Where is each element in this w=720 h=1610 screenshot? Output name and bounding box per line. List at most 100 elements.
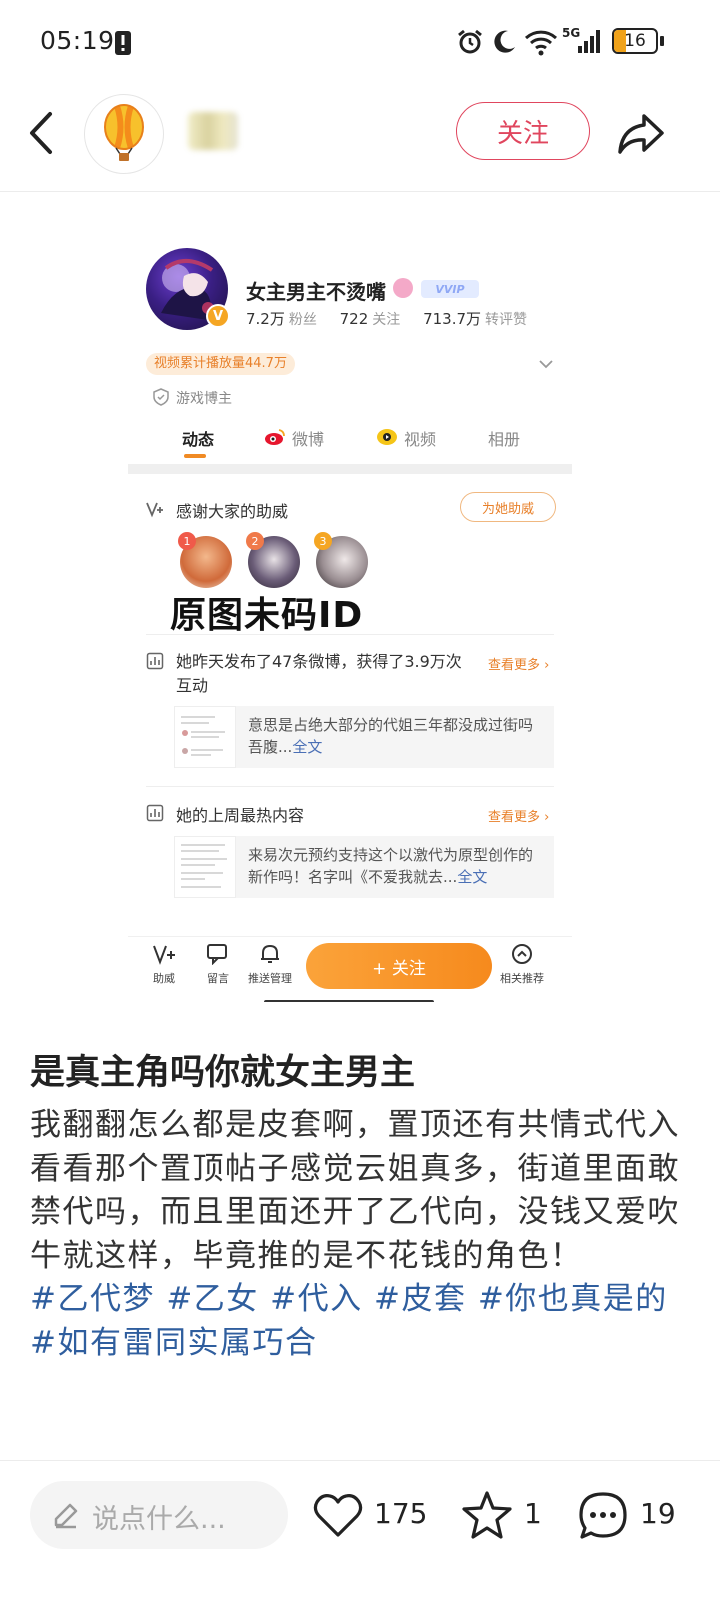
yesterday-card[interactable]: 意思是占绝大部分的代姐三年都没成过街吗 吾腹...全文: [174, 706, 554, 768]
like-button[interactable]: 175: [312, 1489, 427, 1545]
tab-indicator: [184, 454, 206, 458]
nav-push-label: 推送管理: [248, 972, 292, 985]
signal-icon: [578, 30, 600, 53]
fan-rank-3: 3: [314, 532, 332, 550]
battery-icon: 16: [612, 28, 658, 54]
comment-count: 19: [640, 1497, 676, 1530]
yesterday-more-label: 查看更多: [488, 658, 541, 673]
nav-cheer[interactable]: 助威: [152, 943, 176, 986]
thumbnail-image: [181, 716, 225, 756]
nav-cheer-label: 助威: [153, 972, 175, 985]
last-week-excerpt: 来易次元预约支持这个以激代为原型创作的新作吗！名字叫《不爱我就去...全文: [248, 844, 544, 888]
tab-weibo[interactable]: 微博: [292, 426, 324, 450]
nav-message[interactable]: 留言: [206, 943, 230, 986]
cheer-button[interactable]: 为她助威: [460, 492, 556, 522]
post-title: 是真主角吗你就女主男主: [30, 1053, 416, 1093]
battery-tip: [660, 36, 664, 46]
tab-dynamic[interactable]: 动态: [182, 426, 214, 450]
video-icon: [377, 429, 397, 445]
star-icon: [462, 1491, 512, 1539]
last-week-more-label: 查看更多: [488, 810, 541, 825]
username-blurred: [188, 112, 238, 150]
chevron-circle-icon: [512, 944, 532, 964]
vip-badge: VVIP: [421, 280, 479, 298]
thanks-title: 感谢大家的助威: [176, 502, 289, 521]
yesterday-title: 她昨天发布了47条微博，获得了3.9万次互动: [176, 652, 462, 695]
following-label: 关注: [372, 312, 401, 328]
profile-stats: 7.2万 粉丝 722 关注 713.7万 转评赞: [246, 308, 545, 329]
status-bar: 05:19 5G 16: [0, 0, 720, 84]
embedded-bottom-nav: 助威 留言 推送管理 + 关注 相关推荐: [128, 936, 572, 998]
pen-icon: [54, 1503, 78, 1529]
comment-button[interactable]: 19: [576, 1489, 686, 1545]
full-text-link[interactable]: 全文: [457, 868, 487, 886]
yesterday-excerpt: 意思是占绝大部分的代姐三年都没成过街吗 吾腹...全文: [248, 714, 544, 758]
cheer-icon: [153, 945, 175, 965]
favorite-count: 1: [524, 1497, 542, 1530]
tab-album[interactable]: 相册: [488, 426, 520, 450]
home-indicator: [264, 1000, 434, 1002]
sim-alert-icon: [115, 31, 131, 55]
comment-bubble-icon: [579, 1492, 627, 1539]
comment-placeholder: 说点什么...: [92, 1504, 226, 1535]
section-separator: [128, 464, 572, 474]
bell-icon: [261, 944, 279, 963]
nav-push[interactable]: 推送管理: [248, 943, 292, 986]
last-week-card[interactable]: 来易次元预约支持这个以激代为原型创作的新作吗！名字叫《不爱我就去...全文: [174, 836, 554, 898]
last-week-title: 她的上周最热内容: [176, 806, 305, 825]
full-text-link[interactable]: 全文: [292, 738, 322, 756]
divider: [146, 786, 554, 787]
overlay-caption: 原图未码ID: [170, 595, 364, 636]
chevron-down-icon[interactable]: [538, 356, 554, 372]
heart-icon: [313, 1494, 363, 1537]
moon-icon: [494, 30, 515, 53]
profile-name: 女主男主不烫嘴: [246, 280, 386, 304]
stats-icon: [146, 804, 164, 822]
yesterday-excerpt-text: 意思是占绝大部分的代姐三年都没成过街吗 吾腹...: [248, 716, 534, 756]
thumbnail-image: [181, 844, 227, 888]
user-avatar[interactable]: [84, 94, 164, 174]
battery-level: 16: [624, 31, 646, 51]
comment-input[interactable]: 说点什么...: [30, 1481, 288, 1549]
post-body: 我翻翻怎么都是皮套啊，置顶还有共情式代入 看看那个置顶帖子感觉云姐真多，街道里面…: [30, 1104, 686, 1365]
divider: [146, 634, 554, 635]
bottom-action-bar: 说点什么... 175 1 19: [0, 1460, 720, 1610]
message-icon: [207, 944, 227, 966]
back-icon[interactable]: [22, 108, 62, 158]
card-thumbnail: [174, 836, 236, 898]
verified-badge: V: [206, 304, 230, 328]
nav-related[interactable]: 相关推荐: [500, 943, 544, 986]
video-plays-badge: 视频累计播放量44.7万: [146, 353, 295, 375]
share-icon[interactable]: [614, 106, 668, 160]
weibo-icon: [265, 429, 285, 445]
alarm-icon: [458, 29, 482, 54]
shield-icon: [153, 388, 169, 406]
stats-icon: [146, 652, 164, 670]
interactions-value: 713.7万: [423, 310, 482, 328]
tab-video[interactable]: 视频: [404, 426, 436, 450]
following-value: 722: [339, 310, 369, 328]
post-body-line-1: 我翻翻怎么都是皮套啊，置顶还有共情式代入: [30, 1107, 680, 1143]
follow-button[interactable]: 关注: [456, 102, 590, 160]
fan-rank-1: 1: [178, 532, 196, 550]
wifi-icon: [524, 30, 558, 56]
card-thumbnail: [174, 706, 236, 768]
yesterday-more-link[interactable]: 查看更多 ›: [488, 654, 549, 673]
favorite-button[interactable]: 1: [460, 1489, 542, 1545]
like-count: 175: [374, 1497, 428, 1530]
name-badge-icon: [393, 278, 413, 298]
header: 关注: [0, 84, 720, 192]
embedded-follow-button[interactable]: + 关注: [306, 943, 492, 989]
nav-message-label: 留言: [207, 972, 229, 985]
last-week-more-link[interactable]: 查看更多 ›: [488, 806, 549, 825]
last-week-excerpt-text: 来易次元预约支持这个以激代为原型创作的新作吗！名字叫《不爱我就去...: [248, 846, 534, 886]
nav-related-label: 相关推荐: [500, 972, 544, 985]
cheer-v-icon: [146, 502, 163, 518]
category-label: 游戏博主: [176, 391, 232, 407]
post-tags[interactable]: #乙代梦 #乙女 #代入 #皮套 #你也真是的 #如有雷同实属巧合: [30, 1278, 686, 1365]
fan-rank-2: 2: [246, 532, 264, 550]
interactions-label: 转评赞: [485, 312, 528, 328]
embedded-screenshot[interactable]: V 女主男主不烫嘴 VVIP 7.2万 粉丝 722 关注 713.7万 转评赞 视频…: [128, 222, 572, 1002]
post-body-line-2: 看看那个置顶帖子感觉云姐真多，街道里面敢禁代吗，而且里面还开了乙代向，没钱又爱吹…: [30, 1150, 680, 1274]
followers-label: 粉丝: [288, 312, 317, 328]
